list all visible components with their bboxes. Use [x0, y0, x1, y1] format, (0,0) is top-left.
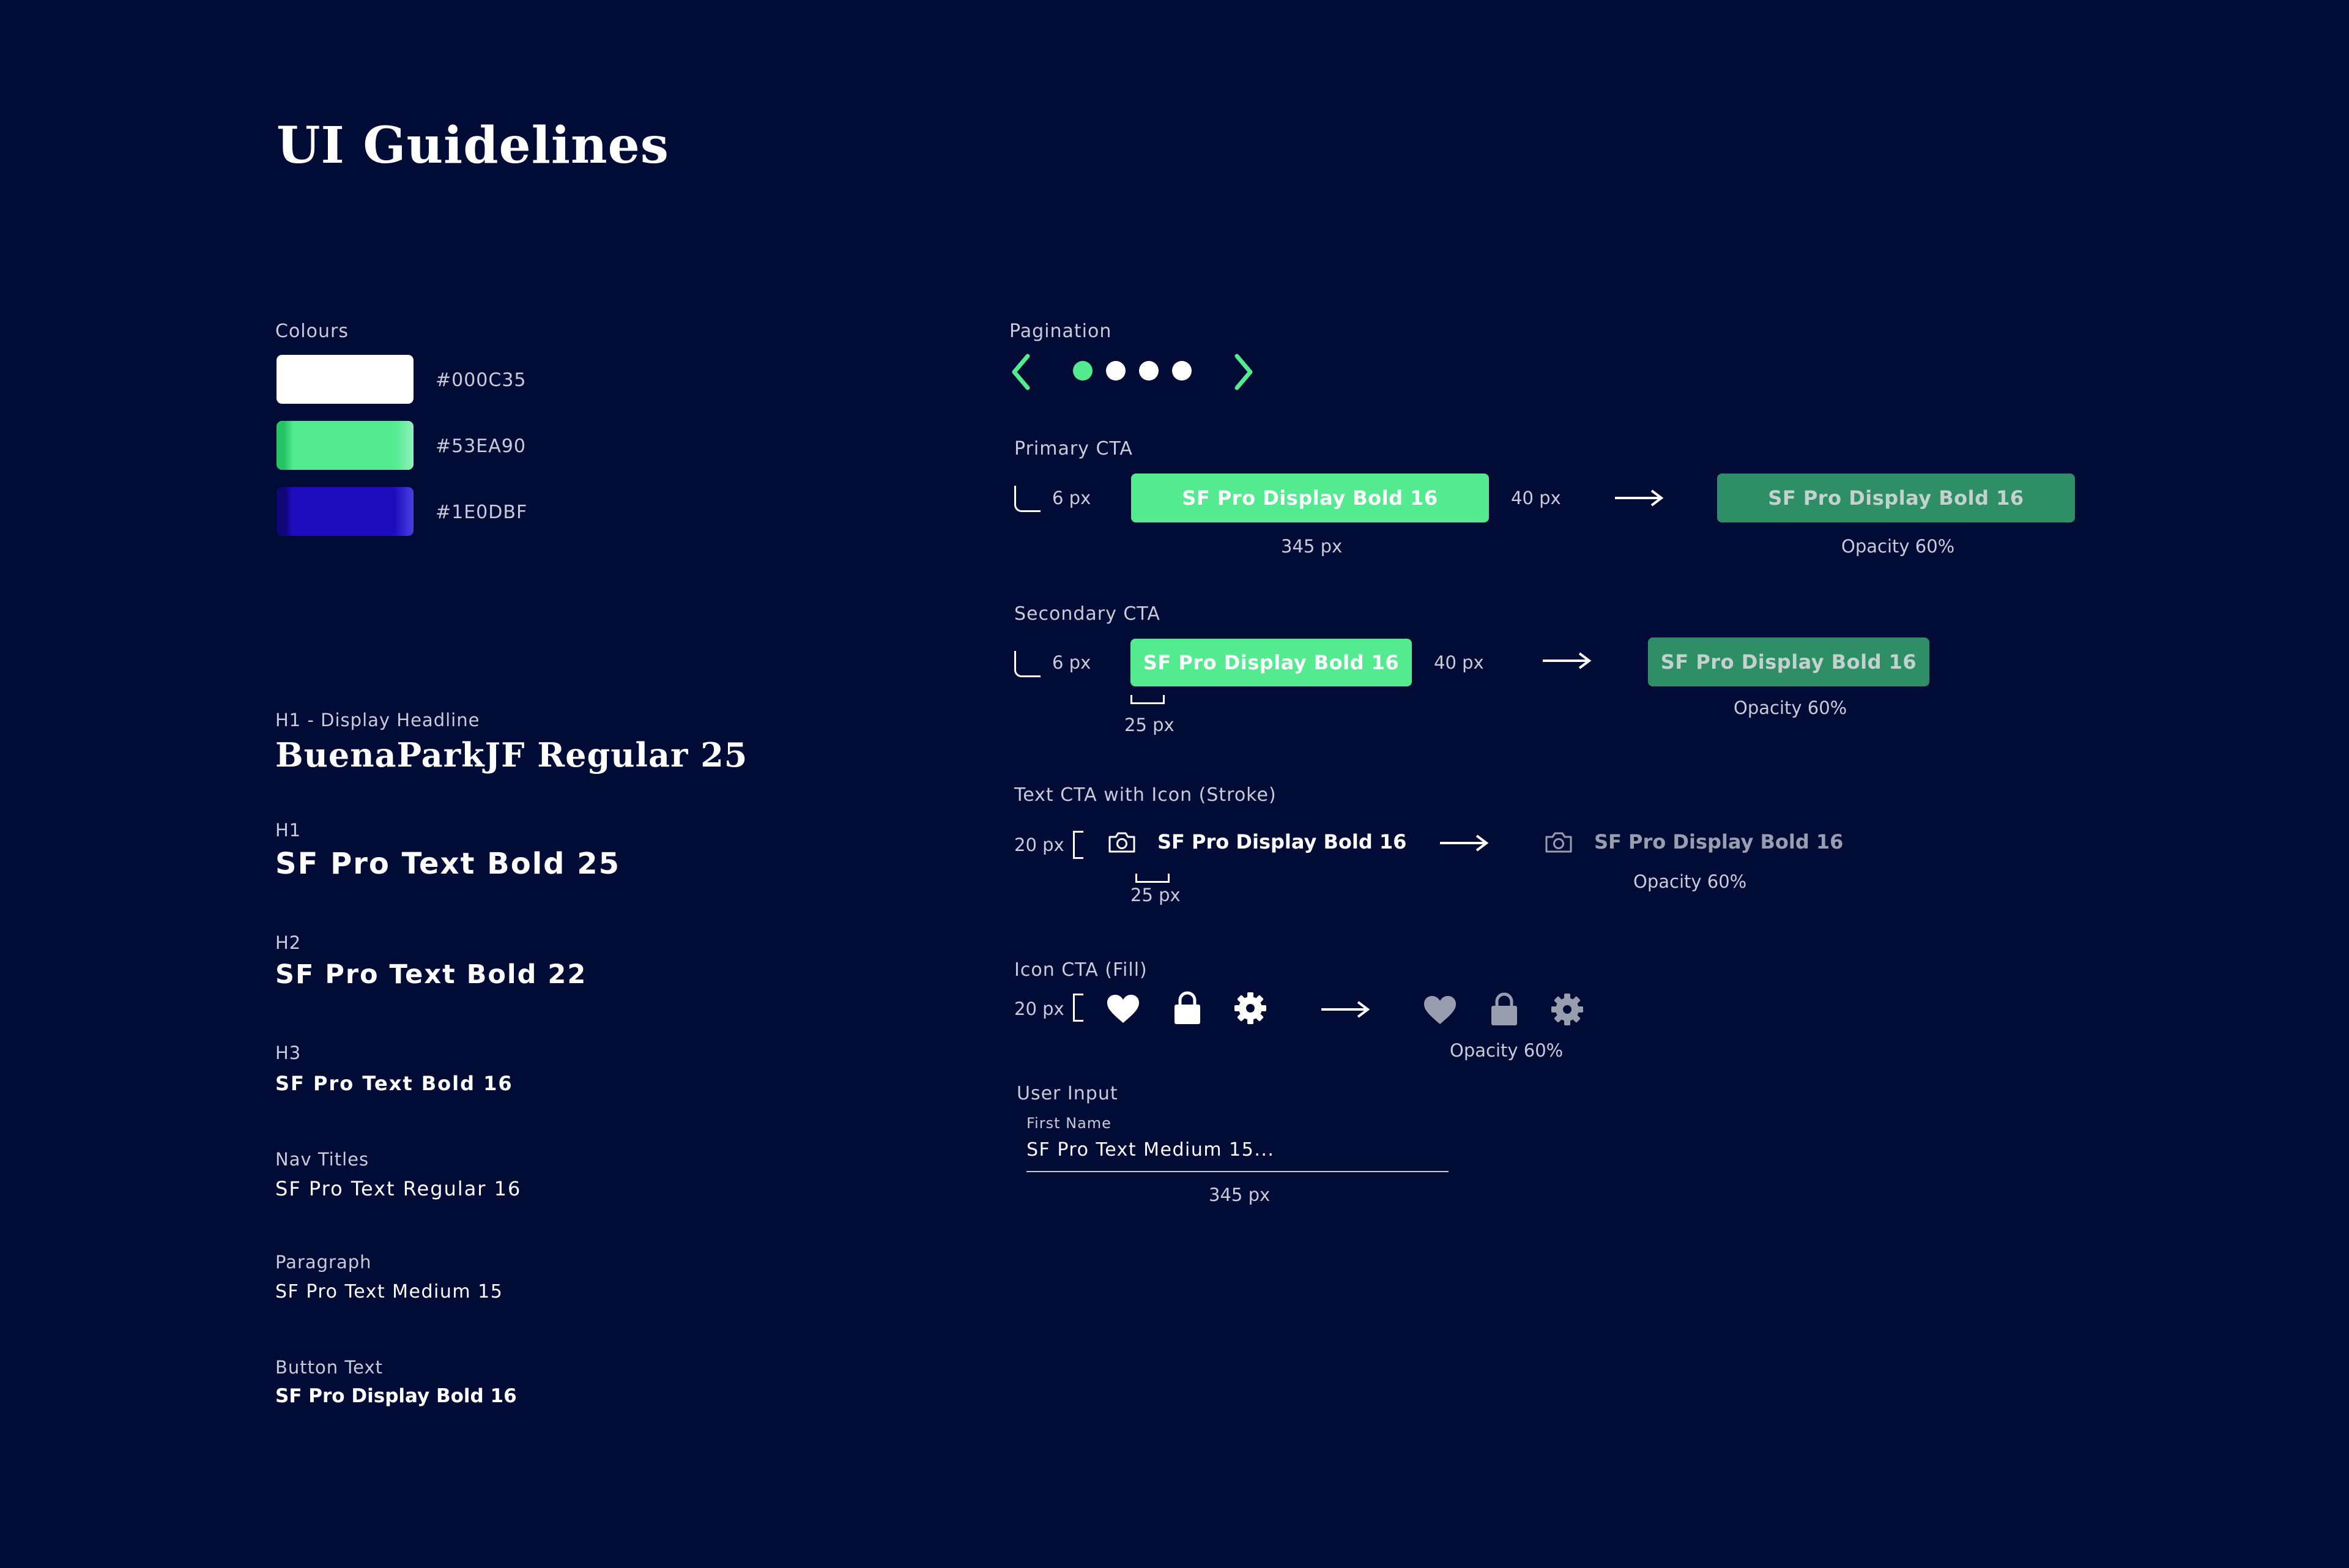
input-width-label: 345 px: [1209, 1184, 1271, 1205]
text-cta-opacity-note: Opacity 60%: [1633, 871, 1747, 892]
text-cta-size-label: 20 px: [1014, 834, 1064, 855]
type-label-h3: H3: [275, 1042, 302, 1063]
text-cta-disabled-label: SF Pro Display Bold 16: [1594, 830, 1844, 853]
arrow-right-icon: [1543, 652, 1592, 669]
lock-icon[interactable]: [1490, 992, 1518, 1027]
icon-cta-size-label: 20 px: [1014, 998, 1064, 1019]
pagination-heading: Pagination: [1009, 321, 1112, 342]
pagination-dot-active[interactable]: [1073, 361, 1093, 381]
icon-cta-opacity-note: Opacity 60%: [1450, 1040, 1564, 1061]
text-cta-heading: Text CTA with Icon (Stroke): [1014, 784, 1277, 806]
swatch-white: [276, 355, 414, 404]
padding-marker: [1130, 695, 1165, 704]
primary-cta-button-disabled[interactable]: SF Pro Display Bold 16: [1717, 474, 2075, 522]
chevron-left-icon[interactable]: [1009, 352, 1034, 392]
secondary-padding-label: 25 px: [1124, 715, 1174, 735]
size-marker: [1073, 994, 1083, 1022]
secondary-radius-label: 6 px: [1052, 652, 1091, 673]
primary-cta-heading: Primary CTA: [1014, 438, 1133, 459]
type-sample-h1: SF Pro Text Bold 25: [275, 847, 621, 881]
arrow-right-icon: [1440, 834, 1489, 852]
corner-radius-marker: [1014, 651, 1041, 677]
text-cta-label: SF Pro Display Bold 16: [1157, 830, 1407, 853]
colours-heading: Colours: [275, 321, 349, 342]
gear-icon[interactable]: [1233, 991, 1267, 1025]
corner-radius-marker: [1014, 486, 1041, 512]
camera-icon: [1545, 832, 1572, 853]
size-marker: [1073, 831, 1083, 859]
secondary-height-label: 40 px: [1434, 652, 1484, 673]
secondary-cta-heading: Secondary CTA: [1014, 603, 1160, 625]
type-label-paragraph: Paragraph: [275, 1252, 372, 1273]
page-title: UI Guidelines: [276, 116, 669, 175]
text-cta-button-disabled[interactable]: SF Pro Display Bold 16: [1544, 830, 1843, 854]
first-name-value: SF Pro Text Medium 15...: [1026, 1139, 1275, 1161]
swatch-blue-hex: #1E0DBF: [436, 502, 528, 523]
secondary-cta-button-disabled[interactable]: SF Pro Display Bold 16: [1648, 637, 1929, 686]
secondary-cta-button[interactable]: SF Pro Display Bold 16: [1130, 639, 1412, 686]
gap-marker: [1135, 874, 1170, 883]
type-label-h2: H2: [275, 932, 302, 953]
primary-radius-label: 6 px: [1052, 488, 1091, 508]
heart-icon[interactable]: [1423, 995, 1457, 1025]
icon-cta-heading: Icon CTA (Fill): [1014, 959, 1148, 981]
text-cta-gap-label: 25 px: [1130, 885, 1181, 905]
swatch-blue: [276, 487, 414, 536]
first-name-label: First Name: [1026, 1115, 1111, 1132]
primary-opacity-note: Opacity 60%: [1841, 536, 1955, 557]
type-sample-h3: SF Pro Text Bold 16: [275, 1072, 513, 1095]
type-label-h1: H1: [275, 820, 302, 841]
swatch-white-hex: #000C35: [436, 370, 527, 391]
swatch-green: [276, 421, 414, 470]
type-label-button: Button Text: [275, 1357, 384, 1378]
type-sample-nav: SF Pro Text Regular 16: [275, 1177, 522, 1200]
user-input-heading: User Input: [1017, 1083, 1118, 1104]
primary-cta-button[interactable]: SF Pro Display Bold 16: [1131, 474, 1489, 522]
type-label-display: H1 - Display Headline: [275, 710, 480, 730]
primary-height-label: 40 px: [1511, 488, 1561, 508]
pagination-dot[interactable]: [1139, 361, 1159, 381]
type-sample-display: BuenaParkJF Regular 25: [275, 735, 748, 775]
heart-icon[interactable]: [1106, 994, 1140, 1024]
camera-icon: [1108, 832, 1135, 853]
arrow-right-icon: [1615, 489, 1664, 507]
chevron-right-icon[interactable]: [1231, 352, 1255, 392]
arrow-right-icon: [1321, 1001, 1370, 1018]
pagination-dot[interactable]: [1106, 361, 1126, 381]
first-name-field[interactable]: SF Pro Text Medium 15...: [1026, 1139, 1449, 1172]
gear-icon[interactable]: [1550, 992, 1584, 1027]
secondary-opacity-note: Opacity 60%: [1734, 697, 1847, 718]
type-sample-h2: SF Pro Text Bold 22: [275, 959, 587, 990]
type-label-nav: Nav Titles: [275, 1149, 369, 1170]
type-sample-paragraph: SF Pro Text Medium 15: [275, 1281, 503, 1302]
primary-width-label: 345 px: [1281, 536, 1343, 557]
pagination-dot[interactable]: [1172, 361, 1192, 381]
text-cta-button[interactable]: SF Pro Display Bold 16: [1107, 830, 1406, 854]
swatch-green-hex: #53EA90: [436, 436, 526, 457]
type-sample-button: SF Pro Display Bold 16: [275, 1385, 517, 1407]
lock-icon[interactable]: [1173, 991, 1201, 1025]
